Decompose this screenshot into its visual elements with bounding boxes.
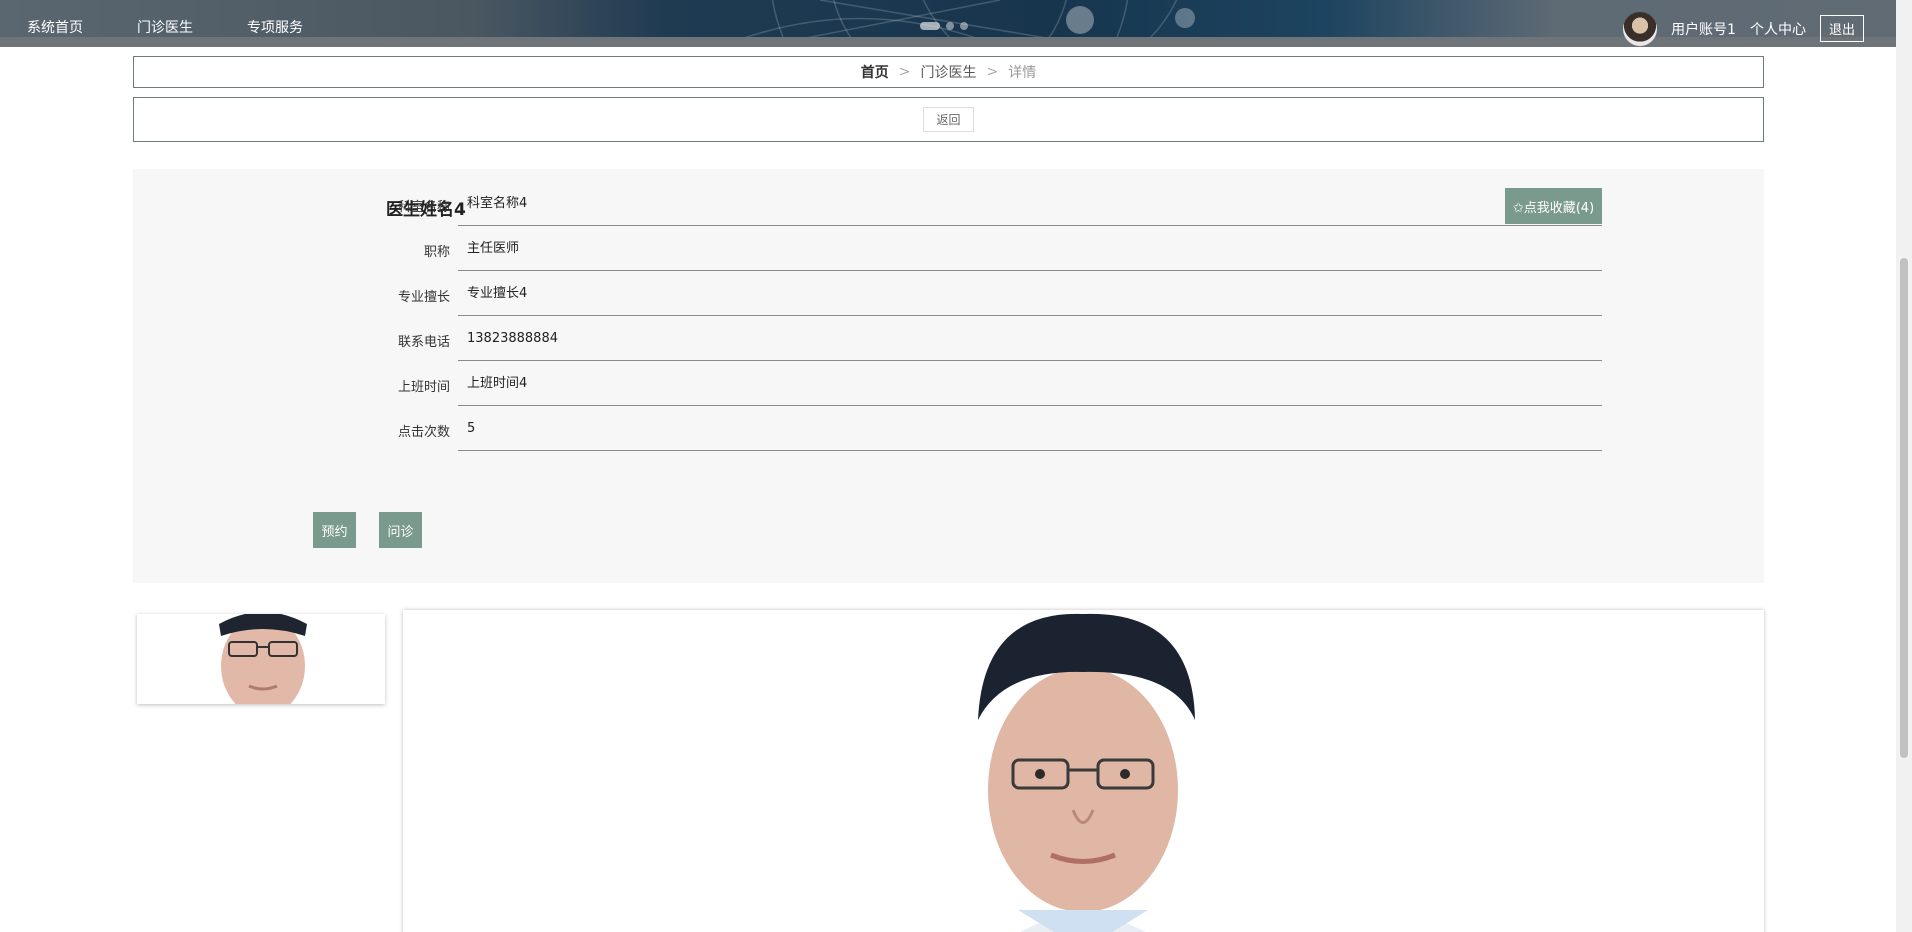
doctor-photo-main (403, 610, 1764, 932)
back-bar: 返回 (133, 97, 1764, 142)
field-value: 5 (458, 406, 1602, 451)
field-value: 科室名称4 (458, 181, 1602, 226)
doctor-portrait-thumb (137, 614, 385, 704)
back-button[interactable]: 返回 (923, 107, 974, 132)
field-row-specialty: 专业擅长 专业擅长4 (323, 271, 1602, 316)
avatar[interactable] (1623, 11, 1658, 46)
logout-button[interactable]: 退出 (1819, 15, 1864, 42)
user-area: 用户账号1 个人中心 退出 (1623, 0, 1864, 47)
field-label: 职称 (423, 245, 450, 260)
nav-item-home[interactable]: 系统首页 (0, 0, 110, 47)
book-button[interactable]: 预约 (313, 512, 356, 548)
nav-item-services[interactable]: 专项服务 (220, 0, 330, 47)
field-value: 主任医师 (458, 226, 1602, 271)
field-row-phone: 联系电话 13823888884 (323, 316, 1602, 361)
carousel-dot-2[interactable] (946, 22, 954, 30)
field-value: 专业擅长4 (458, 271, 1602, 316)
consult-button[interactable]: 问诊 (379, 512, 422, 548)
field-row-clicks: 点击次数 5 (323, 406, 1602, 451)
breadcrumb: 首页 > 门诊医生 > 详情 (133, 56, 1764, 88)
nav-item-doctors[interactable]: 门诊医生 (110, 0, 220, 47)
personal-center-link[interactable]: 个人中心 (1750, 19, 1806, 39)
breadcrumb-doctors[interactable]: 门诊医生 (921, 62, 977, 82)
field-value: 上班时间4 (458, 361, 1602, 406)
breadcrumb-current: 详情 (1008, 65, 1037, 81)
field-row-title: 职称 主任医师 (323, 226, 1602, 271)
breadcrumb-separator: > (898, 64, 911, 80)
carousel-dot-1[interactable] (920, 22, 940, 30)
page-scrollbar[interactable] (1896, 0, 1912, 932)
page: 系统首页 门诊医生 专项服务 用户账号1 个人中心 退出 首页 > 门诊医生 >… (0, 0, 1912, 932)
field-label: 专业擅长 (397, 290, 450, 305)
field-label: 点击次数 (397, 425, 450, 440)
doctor-portrait (403, 610, 1764, 932)
user-account-link[interactable]: 用户账号1 (1671, 19, 1736, 39)
doctor-photo-thumbnail[interactable] (137, 614, 385, 704)
carousel-indicators (920, 22, 968, 30)
breadcrumb-separator: > (986, 64, 999, 80)
carousel-dot-3[interactable] (960, 22, 968, 30)
top-navbar: 系统首页 门诊医生 专项服务 用户账号1 个人中心 退出 (0, 0, 1896, 47)
field-label: 联系电话 (397, 335, 450, 350)
field-row-department: 科室名称 科室名称4 (323, 181, 1602, 226)
field-label: 科室名称 (397, 200, 450, 215)
field-row-work-time: 上班时间 上班时间4 (323, 361, 1602, 406)
breadcrumb-home[interactable]: 首页 (861, 62, 889, 82)
main-nav: 系统首页 门诊医生 专项服务 (0, 0, 330, 47)
field-label: 上班时间 (397, 380, 450, 395)
doctor-detail-panel: 医生姓名4 ✩点我收藏(4) 科室名称 科室名称4 职称 主任医师 专业擅长 专… (133, 169, 1764, 583)
field-value: 13823888884 (458, 316, 1602, 361)
scrollbar-thumb[interactable] (1900, 258, 1908, 758)
